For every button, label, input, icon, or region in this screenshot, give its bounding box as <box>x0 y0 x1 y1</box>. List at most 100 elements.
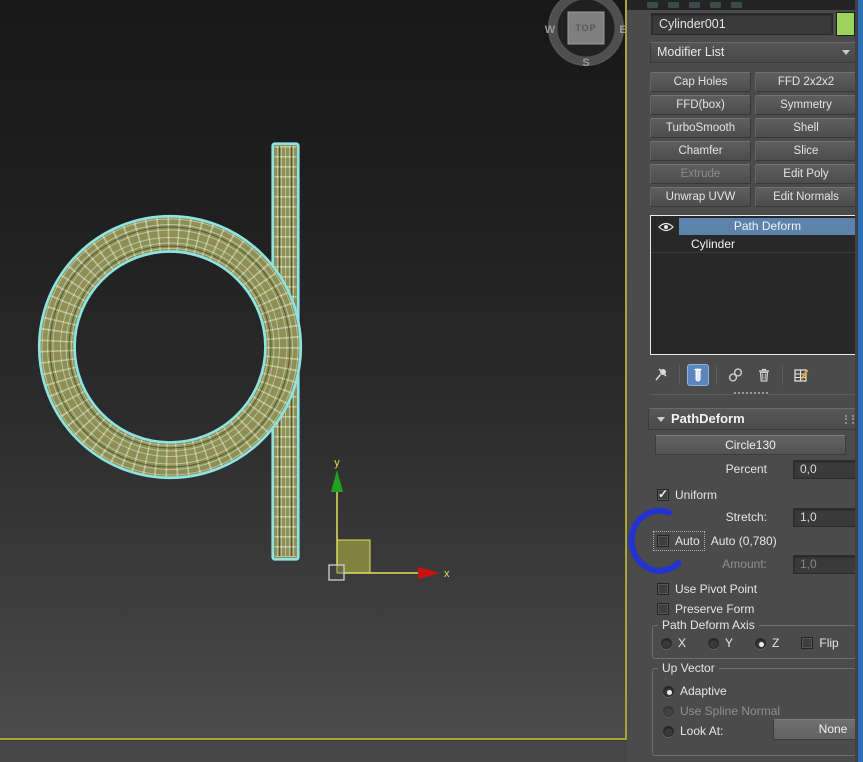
tab-stub-icon[interactable] <box>689 2 700 8</box>
percent-value[interactable]: 0,0 <box>794 461 858 478</box>
radio-icon[interactable] <box>755 637 767 649</box>
modifier-button-edit-normals[interactable]: Edit Normals <box>755 187 857 207</box>
modifier-button-turbosmooth[interactable]: TurboSmooth <box>650 118 751 138</box>
tab-stub-icon[interactable] <box>647 2 658 8</box>
modifier-button-ffd-box[interactable]: FFD(box) <box>650 95 751 115</box>
modifier-button-unwrap-uvw[interactable]: Unwrap UVW <box>650 187 751 207</box>
use-pivot-row: Use Pivot Point <box>650 579 859 599</box>
stack-item-path-deform[interactable]: Path Deform <box>653 218 856 235</box>
use-pivot-checkbox[interactable] <box>657 583 669 595</box>
look-at-label: Look At: <box>680 724 724 738</box>
tab-stub-icon[interactable] <box>668 2 679 8</box>
axis-y-option[interactable]: Y <box>708 636 733 650</box>
flip-label: Flip <box>819 636 839 650</box>
make-unique-icon[interactable] <box>724 364 746 386</box>
rollout-drag-handle[interactable] <box>650 392 859 398</box>
stack-item-label[interactable]: Path Deform <box>679 218 856 235</box>
radio-icon[interactable] <box>663 685 674 697</box>
amount-label: Amount: <box>722 557 767 571</box>
deformed-cylinder-object[interactable] <box>37 142 303 561</box>
modifier-stack: Path Deform Cylinder <box>650 215 859 355</box>
flip-checkbox[interactable] <box>801 637 814 649</box>
gizmo-origin-handle[interactable] <box>328 564 345 581</box>
modifier-button-chamfer[interactable]: Chamfer <box>650 141 751 161</box>
amount-spinner: 1,0 <box>793 554 863 574</box>
uniform-row: Uniform <box>650 485 859 505</box>
modifier-button-slice[interactable]: Slice <box>755 141 857 161</box>
visibility-toggle[interactable] <box>653 218 679 235</box>
panel-scrollbar[interactable] <box>858 0 863 762</box>
auto-checkbox[interactable] <box>657 535 669 547</box>
percent-label: Percent <box>725 462 767 476</box>
modifier-button-grid: Cap Holes FFD 2x2x2 FFD(box) Symmetry Tu… <box>650 72 857 207</box>
viewport-canvas[interactable]: TOP W E S y x <box>0 0 627 738</box>
tab-stub-icon[interactable] <box>710 2 721 8</box>
gizmo-y-label: y <box>334 457 340 469</box>
stack-item-cylinder[interactable]: Cylinder <box>651 235 858 253</box>
modifier-button-symmetry[interactable]: Symmetry <box>755 95 857 115</box>
toolbar-separator <box>679 365 680 385</box>
flip-option[interactable]: Flip <box>801 636 839 650</box>
tab-stub-icon[interactable] <box>731 2 742 8</box>
look-at-option[interactable]: Look At: None <box>663 719 863 741</box>
viewcube-east-label[interactable]: E <box>619 24 626 36</box>
percent-row: Percent 0,0 <box>650 459 863 479</box>
stretch-row: Stretch: 1,0 <box>650 507 863 527</box>
modifier-button-cap-holes[interactable]: Cap Holes <box>650 72 751 92</box>
gizmo-y-arrowhead[interactable] <box>331 470 343 492</box>
preserve-form-label: Preserve Form <box>675 602 755 616</box>
viewcube-face-label: TOP <box>575 23 596 33</box>
gizmo-x-arrowhead[interactable] <box>418 567 440 579</box>
remove-modifier-icon[interactable] <box>753 364 775 386</box>
up-vector-group: Up Vector Adaptive Use Spline Normal Loo… <box>652 661 863 756</box>
pick-path-button[interactable]: Circle130 <box>655 435 846 455</box>
axis-z-label: Z <box>772 636 780 650</box>
amount-row: Amount: 1,0 <box>650 554 863 574</box>
radio-icon[interactable] <box>661 637 672 649</box>
look-at-none-button[interactable]: None <box>773 719 863 740</box>
viewport-top[interactable]: TOP W E S y x <box>0 0 627 740</box>
command-panel-tabs[interactable] <box>627 0 863 10</box>
adaptive-option[interactable]: Adaptive <box>663 681 855 701</box>
auto-focus-outline: Auto <box>653 531 705 551</box>
object-color-swatch[interactable] <box>836 12 855 36</box>
modifier-button-extrude: Extrude <box>650 164 751 184</box>
modifier-list-dropdown[interactable]: Modifier List <box>650 42 857 63</box>
stretch-label: Stretch: <box>725 510 767 524</box>
modifier-button-edit-poly[interactable]: Edit Poly <box>755 164 857 184</box>
toolbar-separator <box>716 365 717 385</box>
modifier-button-ffd-2x2x2[interactable]: FFD 2x2x2 <box>755 72 857 92</box>
viewcube[interactable]: TOP W E S <box>545 0 627 69</box>
adaptive-label: Adaptive <box>680 684 727 698</box>
show-end-result-icon[interactable] <box>687 364 709 386</box>
toolbar-separator <box>782 365 783 385</box>
stretch-spinner[interactable]: 1,0 <box>793 507 863 527</box>
transform-gizmo[interactable]: y x <box>328 457 450 581</box>
preserve-form-row: Preserve Form <box>650 599 859 619</box>
percent-spinner[interactable]: 0,0 <box>793 459 863 479</box>
preserve-form-checkbox[interactable] <box>657 603 669 615</box>
uniform-checkbox[interactable] <box>657 487 669 501</box>
track-bar-strip <box>0 740 627 762</box>
pin-stack-icon[interactable] <box>650 364 672 386</box>
viewcube-south-label[interactable]: S <box>582 57 589 69</box>
configure-modifier-sets-icon[interactable] <box>790 364 812 386</box>
eye-icon <box>658 222 674 231</box>
viewcube-west-label[interactable]: W <box>545 24 556 36</box>
axis-x-option[interactable]: X <box>661 636 686 650</box>
modifier-list-label: Modifier List <box>657 45 725 59</box>
grip-dots-icon <box>845 415 854 424</box>
object-name-input[interactable]: Cylinder001 <box>651 13 833 35</box>
rollout-header-pathdeform[interactable]: PathDeform <box>648 408 861 430</box>
up-vector-title: Up Vector <box>658 661 719 675</box>
radio-icon[interactable] <box>708 637 720 649</box>
radio-icon <box>663 705 674 717</box>
coil-ring <box>37 214 303 480</box>
gizmo-x-label: x <box>444 568 450 580</box>
modifier-button-shell[interactable]: Shell <box>755 118 857 138</box>
axis-z-option[interactable]: Z <box>755 636 779 650</box>
stretch-value[interactable]: 1,0 <box>794 509 858 526</box>
radio-icon[interactable] <box>663 725 674 737</box>
amount-value: 1,0 <box>800 556 817 571</box>
use-pivot-label: Use Pivot Point <box>675 582 758 596</box>
